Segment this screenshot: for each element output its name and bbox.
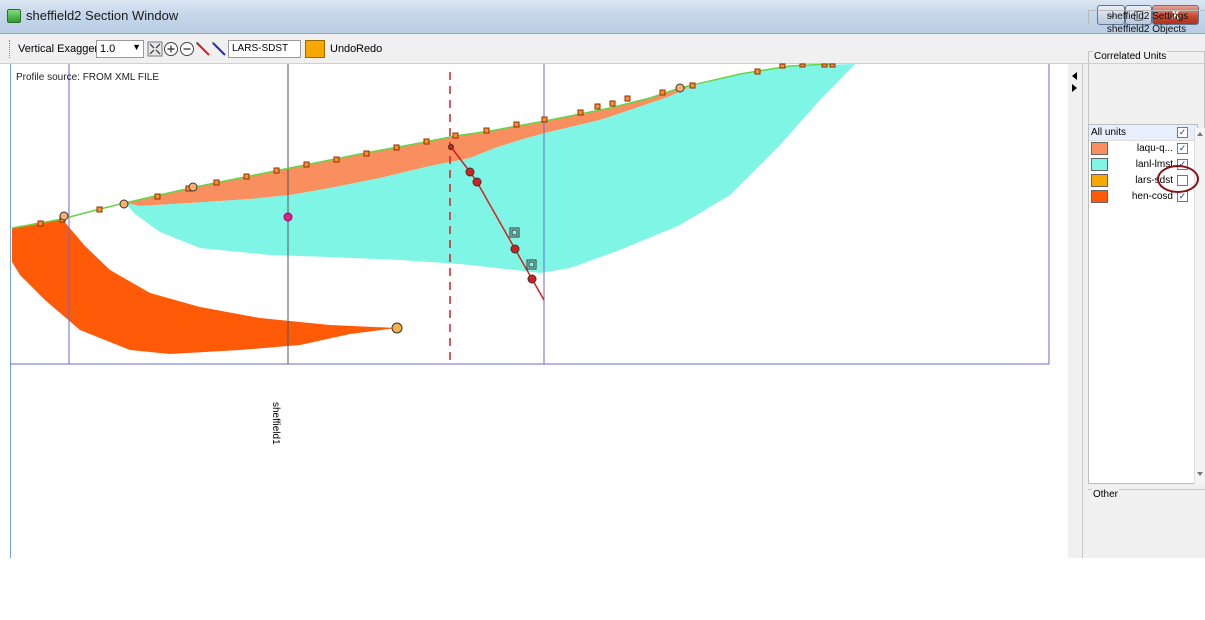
scroll-down-icon[interactable] <box>1197 472 1203 476</box>
unit-color-swatch-2[interactable] <box>1091 174 1108 187</box>
list-item-unit[interactable]: laqu-q... ✓ <box>1089 141 1197 157</box>
collapse-left-icon[interactable] <box>1072 72 1077 80</box>
well-label-sheffield1: sheffield1 <box>270 402 281 445</box>
expand-right-icon[interactable] <box>1072 84 1077 92</box>
scroll-up-icon[interactable] <box>1197 132 1203 136</box>
profile-source-label: Profile source: FROM XML FILE <box>16 72 159 83</box>
tab-settings[interactable]: sheffield2 Settings <box>1088 10 1205 25</box>
all-units-label: All units <box>1091 127 1127 138</box>
annotation-highlight-circle <box>1157 165 1199 193</box>
tab-objects[interactable]: sheffield2 Objects <box>1088 24 1205 38</box>
unit-color-swatch-3[interactable] <box>1091 190 1108 203</box>
other-group: Other <box>1088 489 1205 620</box>
other-group-title: Other <box>1092 489 1120 500</box>
dock-splitter[interactable] <box>1068 64 1082 558</box>
unit-polygon-lanl[interactable] <box>125 64 855 273</box>
all-units-checkbox[interactable]: ✓ <box>1177 127 1188 138</box>
unit-name-3: hen-cosd <box>1131 191 1173 202</box>
unit-color-swatch-1[interactable] <box>1091 158 1108 171</box>
unit-name-0: laqu-q... <box>1136 143 1173 154</box>
correlated-units-title: Correlated Units <box>1093 51 1168 62</box>
list-item-all-units[interactable]: All units ✓ <box>1089 125 1197 141</box>
unit-color-swatch-0[interactable] <box>1091 142 1108 155</box>
cross-section-drawing[interactable] <box>0 0 1068 558</box>
unit-checkbox-0[interactable]: ✓ <box>1177 143 1188 154</box>
